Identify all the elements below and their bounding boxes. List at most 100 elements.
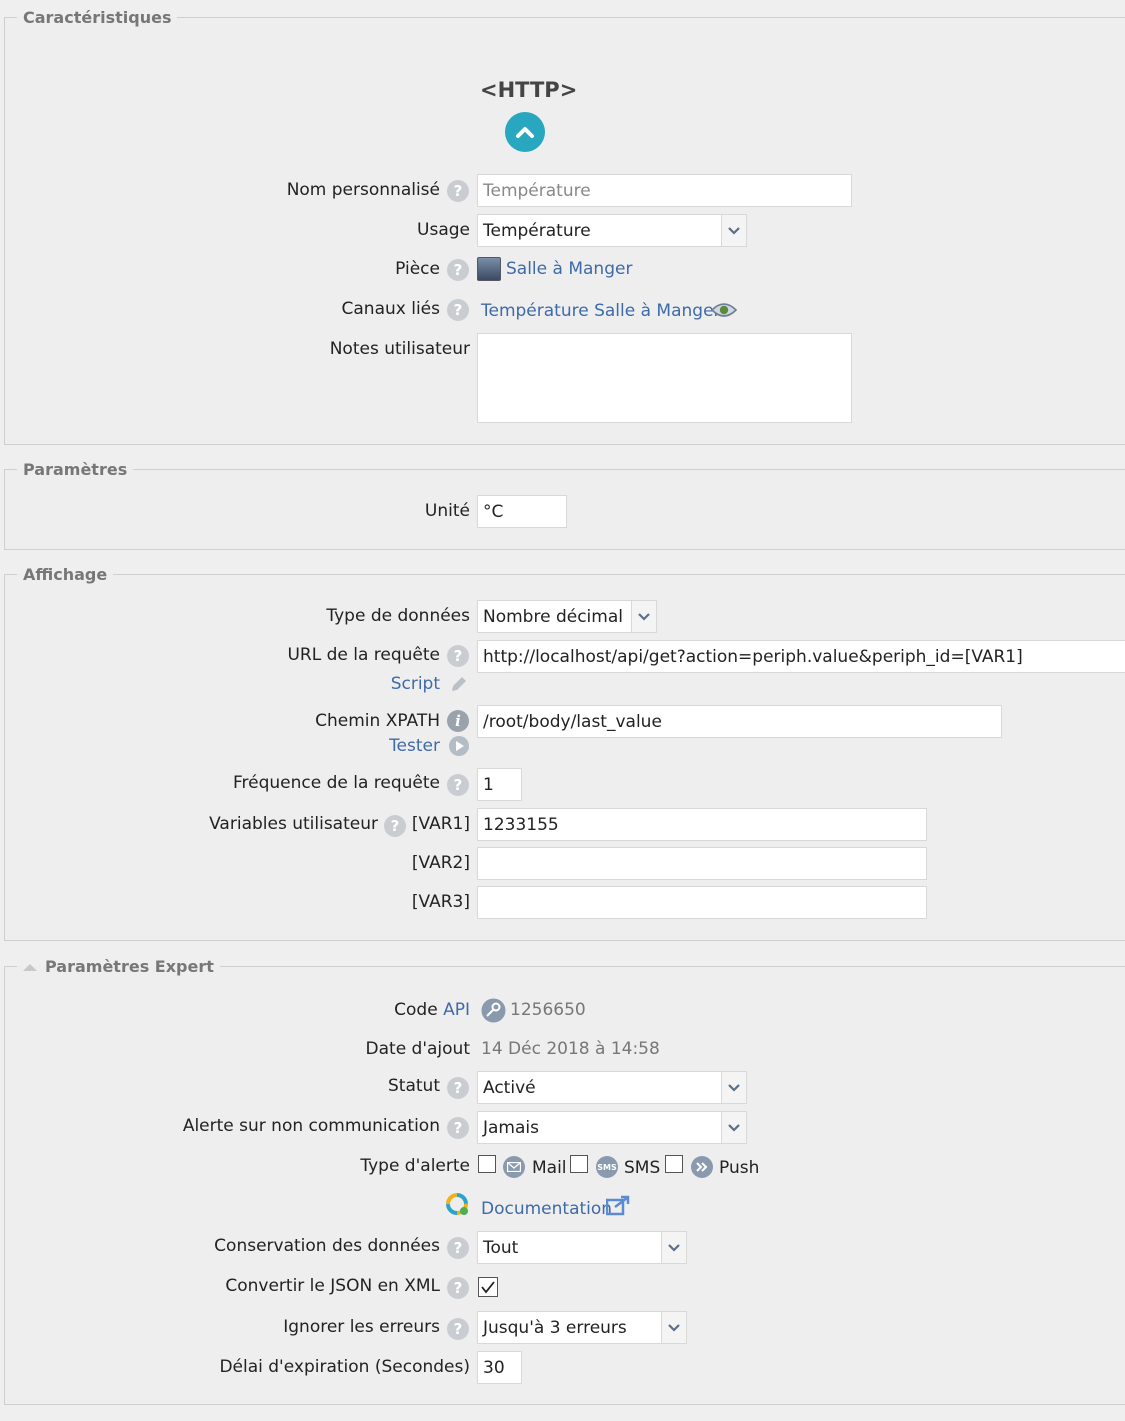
help-icon[interactable]: ? [447, 645, 469, 667]
chevron-down-icon[interactable] [631, 601, 656, 632]
usage-value: Température [483, 220, 591, 241]
play-circle-icon[interactable] [448, 735, 470, 757]
unite-input[interactable]: °C [477, 495, 567, 528]
type-alerte-label: Type d'alerte [360, 1156, 470, 1176]
canaux-label: Canaux liés [341, 299, 440, 319]
date-value: 14 Déc 2018 à 14:58 [481, 1039, 660, 1059]
alerte-label: Alerte sur non communication [182, 1116, 440, 1136]
chevron-down-icon[interactable] [721, 215, 746, 246]
var3-input[interactable] [477, 886, 927, 919]
envelope-icon [503, 1156, 525, 1178]
piece-label: Pièce [395, 259, 440, 279]
freq-label: Fréquence de la requête [232, 773, 440, 793]
alerte-select[interactable]: Jamais [477, 1111, 747, 1144]
script-link[interactable]: Script [391, 674, 440, 694]
type-donnees-select[interactable]: Nombre décimal [477, 600, 657, 633]
url-label: URL de la requête [287, 645, 440, 665]
section-title: Paramètres Expert [45, 957, 214, 976]
triangle-up-icon [23, 964, 37, 971]
key-icon [481, 998, 506, 1023]
chevron-down-icon[interactable] [721, 1072, 746, 1103]
mail-label: Mail [532, 1158, 567, 1178]
url-input[interactable]: http://localhost/api/get?action=periph.v… [477, 640, 1125, 673]
nom-label: Nom personnalisé [286, 180, 440, 200]
help-icon[interactable]: ? [447, 1277, 469, 1299]
help-icon[interactable]: ? [447, 180, 469, 202]
device-type-title: <HTTP> [480, 78, 578, 102]
notes-textarea[interactable] [477, 333, 852, 423]
statut-select[interactable]: Activé [477, 1071, 747, 1104]
ignorer-value: Jusqu'à 3 erreurs [483, 1317, 627, 1338]
pencil-icon[interactable] [449, 674, 469, 694]
sms-label: SMS [624, 1158, 661, 1178]
chevron-down-icon[interactable] [661, 1312, 686, 1343]
collapse-device-button[interactable] [505, 112, 545, 152]
section-expert-legend[interactable]: Paramètres Expert [17, 957, 220, 976]
delai-input[interactable]: 30 [477, 1351, 522, 1384]
sms-icon: SMS [596, 1156, 618, 1178]
statut-value: Activé [483, 1077, 536, 1098]
help-icon[interactable]: ? [447, 1318, 469, 1340]
external-link-icon[interactable] [606, 1194, 632, 1216]
push-checkbox[interactable] [665, 1155, 683, 1173]
help-icon[interactable]: ? [447, 259, 469, 281]
piece-link[interactable]: Salle à Manger [506, 259, 632, 279]
date-label: Date d'ajout [365, 1039, 470, 1059]
usage-label: Usage [417, 220, 470, 240]
var3-label: [VAR3] [411, 892, 470, 912]
canaux-link[interactable]: Température Salle à Manger [481, 301, 721, 321]
xpath-input[interactable]: /root/body/last_value [477, 705, 1002, 738]
var2-input[interactable] [477, 847, 927, 880]
vars-label: Variables utilisateur [209, 814, 378, 834]
chevron-down-icon[interactable] [661, 1232, 686, 1263]
delai-label: Délai d'expiration (Secondes) [219, 1357, 470, 1377]
section-title: Caractéristiques [23, 8, 172, 27]
mail-checkbox[interactable] [478, 1155, 496, 1173]
help-icon[interactable]: ? [447, 1077, 469, 1099]
type-donnees-value: Nombre décimal [483, 606, 623, 627]
api-link[interactable]: API [443, 1000, 470, 1020]
conservation-select[interactable]: Tout [477, 1231, 687, 1264]
documentation-link[interactable]: Documentation [481, 1199, 612, 1219]
code-label-text: Code [394, 1000, 438, 1020]
chevron-down-icon[interactable] [721, 1112, 746, 1143]
chevron-up-icon [516, 127, 534, 138]
help-icon[interactable]: ? [447, 1237, 469, 1259]
help-ring-icon [446, 1193, 468, 1215]
alerte-value: Jamais [483, 1117, 539, 1138]
help-icon[interactable]: ? [384, 815, 406, 837]
conservation-value: Tout [483, 1237, 519, 1258]
notes-label: Notes utilisateur [329, 339, 470, 359]
eye-icon[interactable] [711, 301, 737, 319]
ignorer-select[interactable]: Jusqu'à 3 erreurs [477, 1311, 687, 1344]
json-checkbox[interactable] [478, 1277, 498, 1297]
help-icon[interactable]: ? [447, 299, 469, 321]
section-title: Affichage [23, 565, 108, 584]
room-icon [477, 257, 501, 281]
help-icon[interactable]: ? [447, 1117, 469, 1139]
usage-select[interactable]: Température [477, 214, 747, 247]
xpath-label: Chemin XPATH [315, 711, 440, 731]
var1-label: [VAR1] [411, 814, 470, 834]
info-icon[interactable]: i [447, 710, 469, 732]
var1-input[interactable]: 1233155 [477, 808, 927, 841]
ignorer-label: Ignorer les erreurs [283, 1317, 440, 1337]
json-label: Convertir le JSON en XML [225, 1276, 440, 1296]
help-icon[interactable]: ? [447, 774, 469, 796]
checkmark-icon [481, 1281, 495, 1294]
double-chevron-icon [691, 1156, 713, 1178]
nom-placeholder: Température [483, 180, 591, 201]
var2-label: [VAR2] [411, 853, 470, 873]
sms-checkbox[interactable] [570, 1155, 588, 1173]
unite-label: Unité [424, 501, 470, 521]
code-value: 1256650 [510, 1000, 586, 1020]
type-donnees-label: Type de données [326, 606, 470, 626]
code-label: Code API [394, 1000, 470, 1020]
push-label: Push [719, 1158, 760, 1178]
conservation-label: Conservation des données [214, 1236, 440, 1256]
nom-input[interactable]: Température [477, 174, 852, 207]
freq-input[interactable]: 1 [477, 768, 522, 801]
section-title: Paramètres [23, 460, 128, 479]
statut-label: Statut [388, 1076, 440, 1096]
tester-link[interactable]: Tester [389, 736, 440, 756]
